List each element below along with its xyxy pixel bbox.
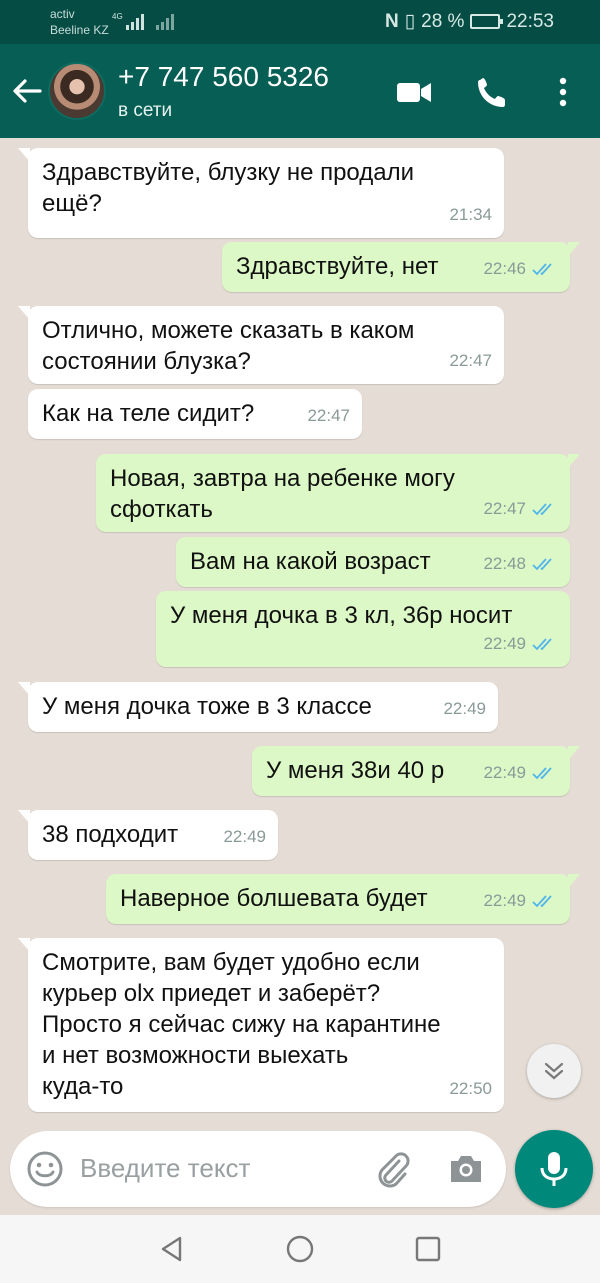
mic-icon: [540, 1152, 568, 1186]
system-nav-bar: [0, 1215, 600, 1283]
battery-percent: 28 %: [421, 10, 465, 32]
attach-icon[interactable]: [372, 1149, 412, 1189]
message-incoming[interactable]: Как на теле сидит? 22:47: [28, 389, 362, 439]
nfc-icon: N: [384, 10, 399, 32]
message-time: 22:49: [483, 763, 526, 782]
signal-strength-icon: 4G: [112, 12, 144, 30]
clock: 22:53: [506, 10, 554, 32]
battery-icon: [470, 14, 504, 29]
contact-name[interactable]: +7 747 560 5326: [118, 60, 329, 94]
message-text: Отлично, можете сказать в каком состояни…: [42, 317, 415, 375]
scroll-to-bottom-button[interactable]: [527, 1044, 581, 1098]
message-input[interactable]: Введите текст: [80, 1153, 250, 1184]
chat-header: +7 747 560 5326 в сети: [0, 44, 600, 138]
message-time: 22:49: [483, 634, 526, 653]
carrier-info: activ Beeline KZ: [50, 6, 109, 38]
back-arrow-icon[interactable]: [10, 74, 44, 108]
message-incoming[interactable]: У меня дочка тоже в 3 классе 22:49: [18, 682, 498, 732]
chevron-down-icon: [544, 1062, 564, 1080]
message-text: Как на теле сидит?: [42, 400, 255, 427]
contact-status: в сети: [118, 100, 173, 121]
message-text: У меня дочка в 3 кл, 36р носит: [170, 602, 513, 629]
nav-home-icon[interactable]: [284, 1233, 316, 1265]
double-check-icon: [532, 502, 552, 515]
message-list[interactable]: Здравствуйте, блузку не продали ещё? 21:…: [0, 138, 600, 1128]
status-bar: activ Beeline KZ 4G N ▯ 28 % 22:53: [0, 0, 600, 44]
message-incoming[interactable]: Здравствуйте, блузку не продали ещё? 21:…: [18, 148, 504, 238]
signal-strength-2-icon: [156, 12, 174, 30]
double-check-icon: [532, 894, 552, 907]
message-incoming[interactable]: Отлично, можете сказать в каком состояни…: [18, 306, 504, 384]
message-time: 22:46: [483, 259, 526, 278]
message-outgoing[interactable]: У меня 38и 40 р 22:49: [252, 746, 580, 796]
message-incoming[interactable]: Смотрите, вам будет удобно если курьер o…: [18, 938, 504, 1112]
message-time: 22:48: [483, 554, 526, 573]
carrier-name-1: activ: [50, 7, 75, 21]
message-time: 21:34: [449, 205, 492, 224]
phone-icon[interactable]: [474, 74, 514, 110]
double-check-icon: [532, 637, 552, 650]
message-outgoing[interactable]: Здравствуйте, нет 22:46: [222, 242, 580, 292]
emoji-icon[interactable]: [26, 1150, 64, 1188]
message-time: 22:47: [483, 499, 526, 518]
message-time: 22:49: [483, 891, 526, 910]
message-time: 22:49: [443, 699, 486, 718]
double-check-icon: [532, 557, 552, 570]
message-time: 22:47: [307, 406, 350, 425]
carrier-name-2: Beeline KZ: [50, 23, 109, 37]
message-text: Смотрите, вам будет удобно если курьер o…: [42, 949, 441, 1100]
message-outgoing[interactable]: Вам на какой возраст 22:48: [176, 537, 570, 587]
camera-icon[interactable]: [446, 1151, 486, 1187]
message-outgoing[interactable]: Новая, завтра на ребенке могу сфоткать 2…: [96, 454, 580, 532]
double-check-icon: [532, 766, 552, 779]
more-vert-icon[interactable]: [544, 74, 580, 110]
video-call-icon[interactable]: [394, 74, 434, 110]
message-time: 22:49: [223, 827, 266, 846]
status-right: N ▯ 28 % 22:53: [385, 10, 554, 33]
network-type: 4G: [112, 12, 123, 21]
message-text: У меня дочка тоже в 3 классе: [42, 693, 372, 720]
message-composer[interactable]: Введите текст: [10, 1131, 506, 1207]
message-outgoing[interactable]: У меня дочка в 3 кл, 36р носит 22:49: [156, 591, 570, 667]
nav-back-icon[interactable]: [156, 1233, 188, 1265]
message-time: 22:50: [449, 1079, 492, 1098]
message-outgoing[interactable]: Наверное болшевата будет 22:49: [106, 874, 580, 924]
avatar[interactable]: [48, 62, 106, 120]
voice-message-button[interactable]: [515, 1130, 593, 1208]
double-check-icon: [532, 262, 552, 275]
message-incoming[interactable]: 38 подходит 22:49: [18, 810, 278, 860]
vibrate-icon: ▯: [404, 11, 416, 32]
nav-recents-icon[interactable]: [412, 1233, 444, 1265]
message-time: 22:47: [449, 351, 492, 370]
message-text: Здравствуйте, блузку не продали ещё?: [42, 159, 415, 217]
